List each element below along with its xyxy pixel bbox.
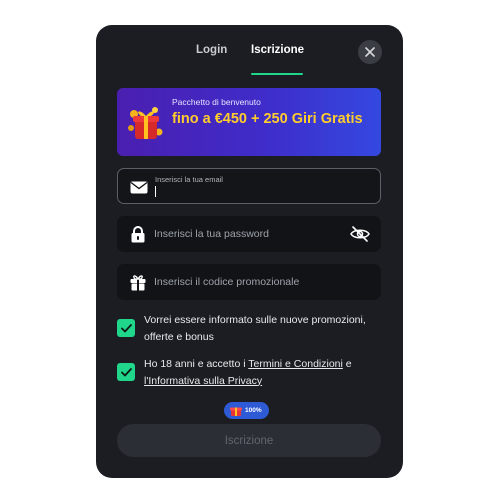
banner-subtitle: Pacchetto di benvenuto [172,97,261,107]
welcome-banner: Pacchetto di benvenuto fino a €450 + 250… [117,88,381,156]
email-field[interactable]: Inserisci la tua email [117,168,381,204]
promo-code-field[interactable]: Inserisci il codice promozionale [117,264,381,300]
terms-link[interactable]: Termini e Condizioni [248,358,343,370]
signup-submit-button[interactable]: Iscrizione [117,424,381,457]
tab-login[interactable]: Login [196,44,227,56]
email-label: Inserisci la tua email [155,175,223,184]
privacy-link[interactable]: l'Informativa sulla Privacy [144,375,262,387]
progress-value: 100% [245,407,262,414]
present-icon [129,273,147,291]
newsletter-consent-text: Vorrei essere informato sulle nuove prom… [144,314,366,343]
banner-headline: fino a €450 + 250 Giri Gratis [172,111,363,127]
age-terms-text: Ho 18 anni e accetto i Termini e Condizi… [144,356,384,389]
lock-icon [129,225,147,243]
close-button[interactable] [358,40,382,64]
age-terms-and: e [342,358,352,370]
eye-off-icon [350,226,370,242]
signup-modal: Login Iscrizione Pacchetto di benvenuto … [96,25,403,478]
auth-tabs: Login Iscrizione [96,25,403,77]
promo-placeholder: Inserisci il codice promozionale [154,276,300,288]
newsletter-checkbox[interactable] [117,319,135,337]
text-caret [155,186,156,197]
gift-icon [128,107,163,139]
password-placeholder: Inserisci la tua password [154,228,269,240]
tab-signup[interactable]: Iscrizione [251,44,304,56]
check-icon [120,323,132,332]
check-icon [120,367,132,376]
close-icon [365,47,375,57]
progress-badge: 100% [224,402,269,419]
age-terms-prefix: Ho 18 anni e accetto i [144,358,249,370]
password-field[interactable]: Inserisci la tua password [117,216,381,252]
toggle-password-visibility[interactable] [350,225,370,243]
active-tab-indicator [251,73,303,75]
envelope-icon [130,178,148,196]
gift-icon [230,407,242,416]
age-terms-checkbox[interactable] [117,363,135,381]
